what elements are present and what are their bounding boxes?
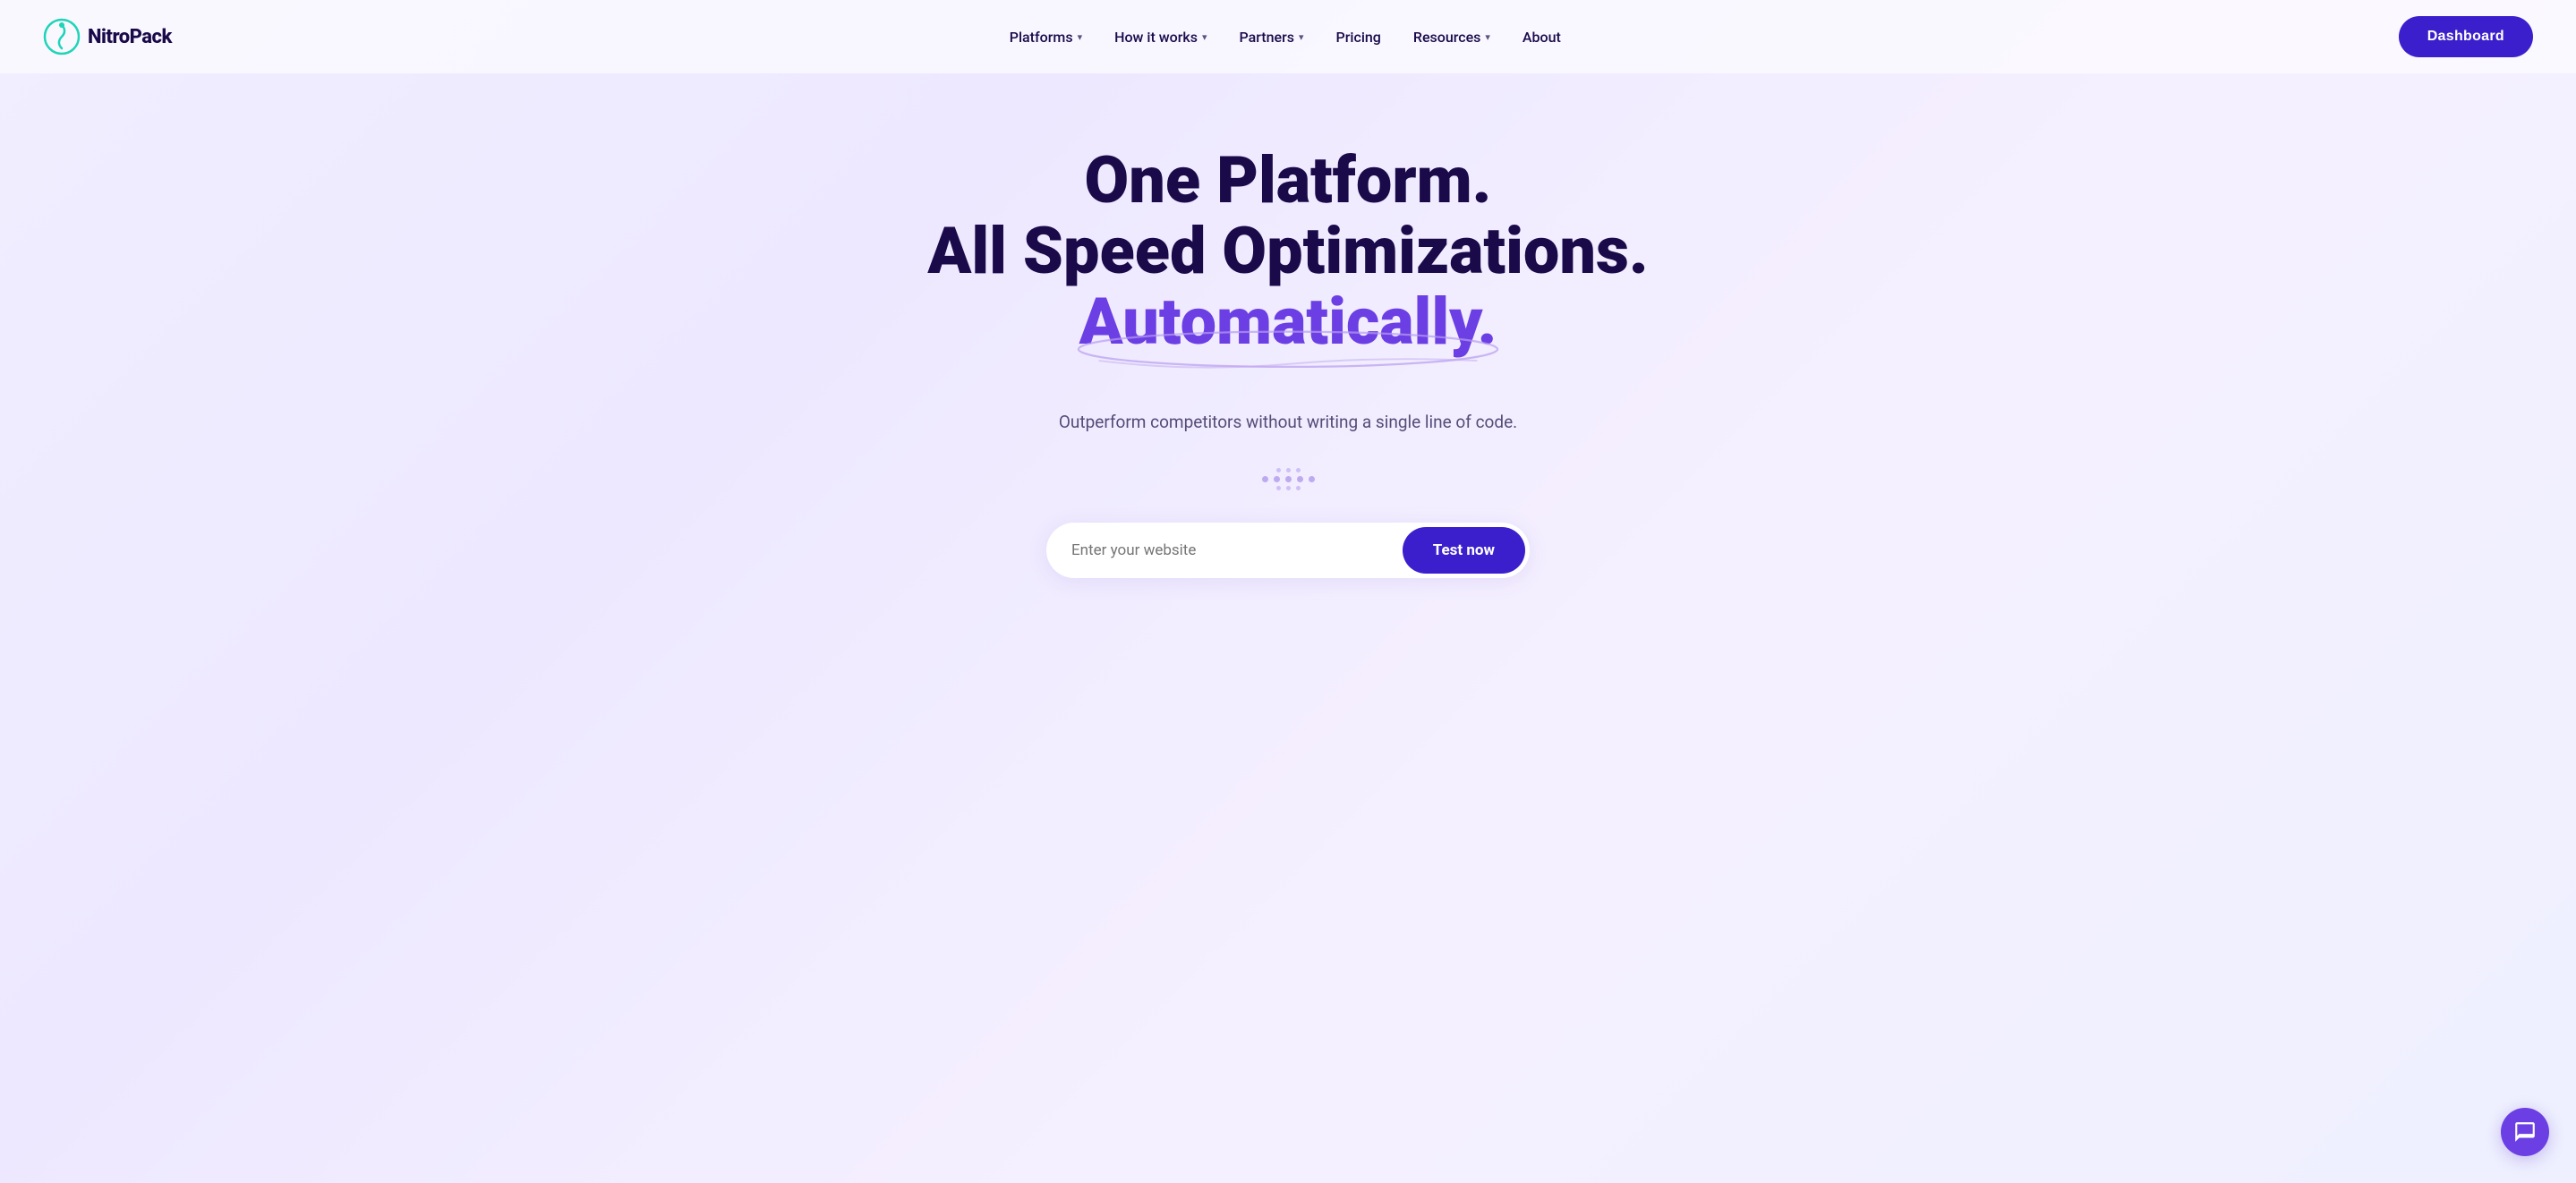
nav-item-how-it-works[interactable]: How it works ▾ (1114, 29, 1207, 46)
chevron-down-icon: ▾ (1299, 31, 1304, 43)
chat-support-button[interactable] (2501, 1108, 2549, 1156)
nav-links: Platforms ▾ How it works ▾ Partners ▾ Pr… (1010, 29, 1561, 46)
navbar: NitroPack Platforms ▾ How it works ▾ Par… (0, 0, 2576, 73)
website-input[interactable] (1046, 523, 1398, 577)
nav-item-platforms[interactable]: Platforms ▾ (1010, 29, 1082, 46)
hero-subtitle: Outperform competitors without writing a… (1059, 412, 1517, 432)
test-now-button[interactable]: Test now (1403, 527, 1525, 574)
dots-decoration (1262, 468, 1315, 490)
chevron-down-icon: ▾ (1078, 31, 1083, 43)
logo-text: NitroPack (88, 26, 172, 48)
nav-item-pricing[interactable]: Pricing (1336, 29, 1381, 46)
hero-auto-text: Automatically. (1079, 286, 1497, 357)
chat-icon (2513, 1120, 2537, 1144)
logo-icon (43, 18, 81, 55)
nav-item-partners[interactable]: Partners ▾ (1239, 29, 1303, 46)
chevron-down-icon: ▾ (1202, 31, 1207, 43)
chevron-down-icon: ▾ (1485, 31, 1490, 43)
website-input-bar: Test now (1046, 523, 1530, 578)
logo-link[interactable]: NitroPack (43, 18, 172, 55)
nav-item-about[interactable]: About (1523, 29, 1561, 46)
nav-item-resources[interactable]: Resources ▾ (1413, 29, 1490, 46)
hero-title: One Platform. All Speed Optimizations. A… (927, 145, 1648, 358)
dashboard-button[interactable]: Dashboard (2399, 16, 2533, 57)
hero-section: One Platform. All Speed Optimizations. A… (0, 73, 2576, 632)
